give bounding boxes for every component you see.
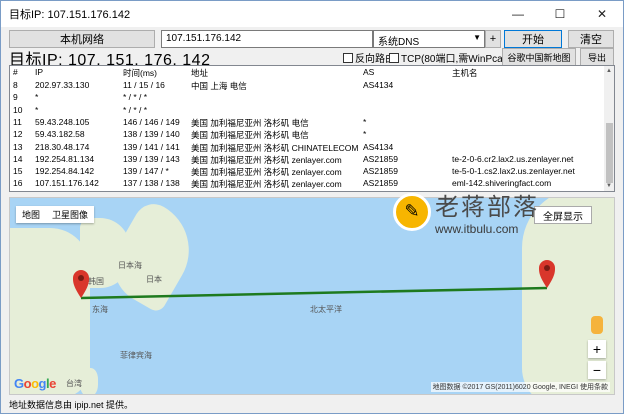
- scroll-thumb[interactable]: [606, 123, 613, 183]
- cell-time: * / * / *: [123, 92, 148, 103]
- cell-address: 美国 加利福尼亚州 洛杉矶 电信: [191, 117, 309, 128]
- cell-num: 16: [13, 178, 23, 189]
- fullscreen-button[interactable]: 全屏显示: [534, 206, 592, 224]
- cell-num: 8: [13, 80, 18, 90]
- cell-ip: 107.151.176.142: [35, 178, 99, 189]
- cell-address: 美国 加利福尼亚州 洛杉矶 CHINATELECOM: [191, 142, 359, 153]
- marker-pin: [73, 270, 89, 298]
- cell-address: 美国 加利福尼亚州 洛杉矶 zenlayer.com: [191, 154, 342, 165]
- cell-as: AS21859: [363, 153, 398, 164]
- cell-address: 美国 加利福尼亚州 洛杉矶 电信: [191, 130, 309, 141]
- cell-time: 146 / 146 / 149: [123, 116, 180, 127]
- col-header-address[interactable]: 地址: [191, 67, 361, 79]
- chevron-down-icon: ▼: [473, 33, 481, 42]
- zoom-in-button[interactable]: +: [588, 340, 606, 358]
- cell-address: 美国 加利福尼亚州 洛杉矶 zenlayer.com: [191, 179, 342, 190]
- checkbox-box[interactable]: [389, 52, 399, 63]
- col-header-num[interactable]: #: [13, 67, 33, 77]
- col-header-time[interactable]: 时间(ms): [123, 67, 189, 79]
- cell-time: 137 / 138 / 138: [123, 178, 180, 189]
- maximize-button[interactable]: ☐: [539, 1, 581, 27]
- cell-time: 139 / 139 / 143: [123, 153, 180, 164]
- marker-dot: [544, 265, 550, 271]
- cell-as: AS4134: [363, 141, 394, 152]
- marker-pin: [539, 260, 555, 288]
- table-row[interactable]: 14 192.254.81.134 139 / 139 / 143 美国 加利福尼亚州…: [10, 154, 606, 167]
- col-header-as[interactable]: AS: [363, 67, 448, 77]
- scroll-down-icon[interactable]: ▼: [604, 181, 614, 191]
- table-row[interactable]: 15 192.254.84.142 139 / 147 / * 美国 加利福尼亚州 洛…: [10, 166, 606, 179]
- scroll-up-icon[interactable]: ▲: [604, 66, 614, 76]
- start-marker-icon[interactable]: [73, 270, 89, 298]
- cell-as: AS21859: [363, 166, 398, 177]
- zoom-out-button[interactable]: −: [588, 361, 606, 379]
- cell-time: 139 / 147 / *: [123, 166, 169, 177]
- start-button[interactable]: 开始: [504, 30, 562, 48]
- table-scrollbar[interactable]: ▲ ▼: [604, 66, 614, 191]
- pencil-icon: ✎: [393, 192, 431, 231]
- cell-num: 12: [13, 129, 23, 140]
- window-title: 目标IP: 107.151.176.142: [9, 9, 131, 21]
- watermark-text: 老蒋部落 www.itbulu.com: [435, 187, 539, 236]
- route-line: [80, 286, 548, 300]
- map-attribution[interactable]: 地图数据 ©2017 GS(2011)6020 Google, INEGI 使用…: [430, 382, 610, 392]
- cell-ip: 59.43.248.105: [35, 116, 90, 127]
- cell-ip: *: [35, 92, 39, 103]
- watermark-url: www.itbulu.com: [435, 222, 519, 236]
- cell-address: 中国 上海 电信: [191, 81, 247, 91]
- title-bar: 目标IP: 107.151.176.142 — ☐ ✕: [1, 1, 623, 27]
- cell-ip: 59.43.182.58: [35, 129, 85, 140]
- cell-as: *: [363, 129, 367, 140]
- end-marker-icon[interactable]: [539, 260, 555, 288]
- watermark-title: 老蒋部落: [435, 193, 539, 221]
- checkbox-box[interactable]: [343, 52, 353, 63]
- app-window: 目标IP: 107.151.176.142 — ☐ ✕ 本机网络 107.151…: [0, 0, 624, 414]
- status-text: 地址数据信息由 ipip.net 提供。: [9, 400, 134, 410]
- add-button[interactable]: +: [485, 30, 501, 48]
- clear-button[interactable]: 清空: [568, 30, 614, 48]
- minimize-button[interactable]: —: [497, 1, 539, 27]
- google-map-button[interactable]: 谷歌中国新地图: [502, 48, 576, 66]
- cell-ip: 218.30.48.174: [35, 141, 90, 152]
- col-header-ip[interactable]: IP: [35, 67, 123, 77]
- cell-time: 139 / 141 / 141: [123, 141, 180, 152]
- table-row[interactable]: 9 * * / * / *: [10, 92, 606, 105]
- cell-address: 美国 加利福尼亚州 洛杉矶 zenlayer.com: [191, 167, 342, 178]
- cell-ip: *: [35, 104, 39, 115]
- cell-as: *: [363, 116, 367, 127]
- cell-ip: 202.97.33.130: [35, 80, 90, 90]
- table-row[interactable]: 8 202.97.33.130 11 / 15 / 16 中国 上海 电信 AS4134: [10, 80, 606, 93]
- dns-select[interactable]: 系统DNS ▼: [373, 30, 485, 48]
- cell-ip: 192.254.84.142: [35, 166, 95, 177]
- export-button[interactable]: 导出: [580, 48, 614, 66]
- cell-num: 11: [13, 116, 22, 127]
- table-row[interactable]: 10 * * / * / *: [10, 105, 606, 118]
- cell-hostname: te-2-0-6.cr2.lax2.us.zenlayer.net: [452, 153, 574, 164]
- google-logo: Google: [14, 376, 56, 391]
- reverse-route-checkbox[interactable]: 反向路由: [343, 50, 395, 65]
- cell-time: 11 / 15 / 16: [123, 80, 165, 90]
- cell-ip: 192.254.81.134: [35, 153, 95, 164]
- cell-num: 9: [13, 92, 18, 103]
- col-header-hostname[interactable]: 主机名: [452, 67, 602, 79]
- table-row[interactable]: 12 59.43.182.58 138 / 139 / 140 美国 加利福尼亚州 洛…: [10, 129, 606, 142]
- dns-select-value: 系统DNS: [378, 37, 420, 48]
- watermark: ✎ 老蒋部落 www.itbulu.com: [393, 187, 539, 236]
- cell-num: 15: [13, 166, 23, 177]
- marker-dot: [78, 275, 84, 281]
- cell-num: 14: [13, 153, 23, 164]
- table-header: # IP 时间(ms) 地址 AS 主机名: [10, 67, 606, 80]
- pegman-icon[interactable]: [591, 316, 603, 334]
- cell-num: 10: [13, 104, 23, 115]
- cell-time: 138 / 139 / 140: [123, 129, 180, 140]
- table-row[interactable]: 13 218.30.48.174 139 / 141 / 141 美国 加利福尼亚州 …: [10, 142, 606, 155]
- cell-as: AS4134: [363, 80, 394, 90]
- table-row[interactable]: 11 59.43.248.105 146 / 146 / 149 美国 加利福尼亚州 …: [10, 117, 606, 130]
- close-button[interactable]: ✕: [581, 1, 623, 27]
- cell-num: 13: [13, 141, 23, 152]
- cell-time: * / * / *: [123, 104, 148, 115]
- cell-hostname: te-5-0-1.cs2.lax2.us.zenlayer.net: [452, 166, 575, 177]
- trace-table: # IP 时间(ms) 地址 AS 主机名 8 202.97.33.130 11 /…: [9, 65, 615, 192]
